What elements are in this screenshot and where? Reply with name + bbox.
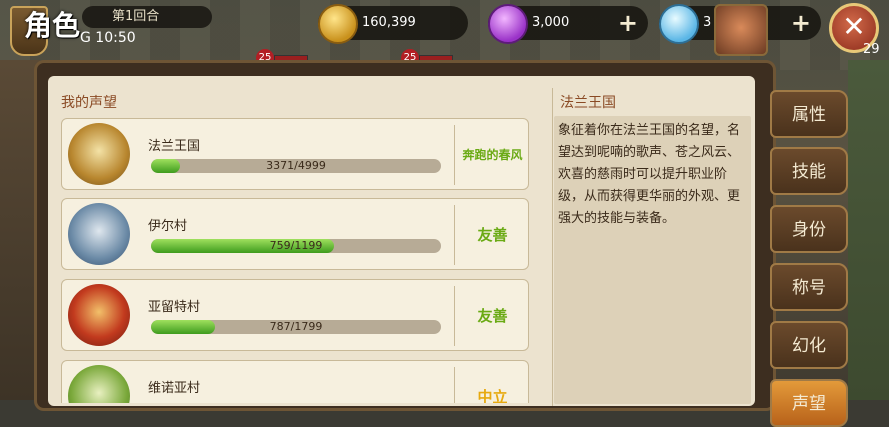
reputation-card[interactable]: 伊尔村 759/1199 友善 [61,198,529,270]
reputation-progress-text: 3371/4999 [266,159,326,172]
gem-value: 3,000 [532,15,570,30]
reputation-status: 奔跑的春风 [462,148,523,162]
reputation-list[interactable]: 法兰王国 3371/4999 奔跑的春风 伊尔村 759/1199 友善 亚留特… [61,118,529,403]
reputation-status: 友善 [477,226,508,244]
reputation-progress-bar: 787/1799 [151,320,441,334]
tab-transform[interactable]: 幻化 [770,321,848,369]
reputation-card[interactable]: 法兰王国 3371/4999 奔跑的春风 [61,118,529,190]
tab-titles[interactable]: 称号 [770,263,848,311]
round-indicator: 第1回合 [82,6,212,28]
coin-value: 160,399 [362,15,416,30]
background-right-trees [848,60,889,400]
tab-identity[interactable]: 身份 [770,205,848,253]
reputation-status: 中立 [477,388,508,403]
reputation-card[interactable]: 亚留特村 787/1799 友善 [61,279,529,351]
add-diamond-button[interactable]: + [791,6,811,40]
coin-icon [318,4,358,44]
game-time: G 10:50 [80,30,136,46]
character-header: 角色 第1回合 G 10:50 [6,2,212,56]
reputation-progress-bar: 759/1199 [151,239,441,253]
tab-skills[interactable]: 技能 [770,147,848,195]
reputation-status: 友善 [477,307,508,325]
reputation-card[interactable]: 维诺亚村 中立 [61,360,529,403]
gem-icon [488,4,528,44]
coin-resource: 160,399 [318,4,468,44]
reputation-progress-bar: 3371/4999 [151,159,441,173]
detail-title: 法兰王国 [560,95,616,111]
green-vine-icon [68,365,130,403]
reputation-name: 法兰王国 [148,139,201,154]
reputation-section-title: 我的声望 [61,95,117,111]
reputation-progress-text: 759/1199 [269,239,323,252]
player-level: 29 [863,42,880,57]
lion-crest-icon [68,123,130,185]
companion-avatar[interactable] [714,4,768,56]
page-title: 角色 [24,9,81,42]
diamond-value: 3 [703,15,712,30]
tab-reputation[interactable]: 声望 [770,379,848,427]
winged-anchor-icon [68,203,130,265]
red-shield-icon [68,284,130,346]
diamond-icon [659,4,699,44]
add-gem-button[interactable]: + [618,6,638,40]
reputation-progress-text: 787/1799 [269,320,323,333]
detail-description: 象征着你在法兰王国的名望，名望达到呢喃的歌声、苍之风云、欢喜的慈雨时可以提升职业… [554,116,751,404]
tab-attributes[interactable]: 属性 [770,90,848,138]
gem-resource: 3,000 + [488,4,648,44]
reputation-name: 维诺亚村 [148,381,201,396]
reputation-name: 亚留特村 [148,300,201,315]
reputation-name: 伊尔村 [148,219,188,234]
